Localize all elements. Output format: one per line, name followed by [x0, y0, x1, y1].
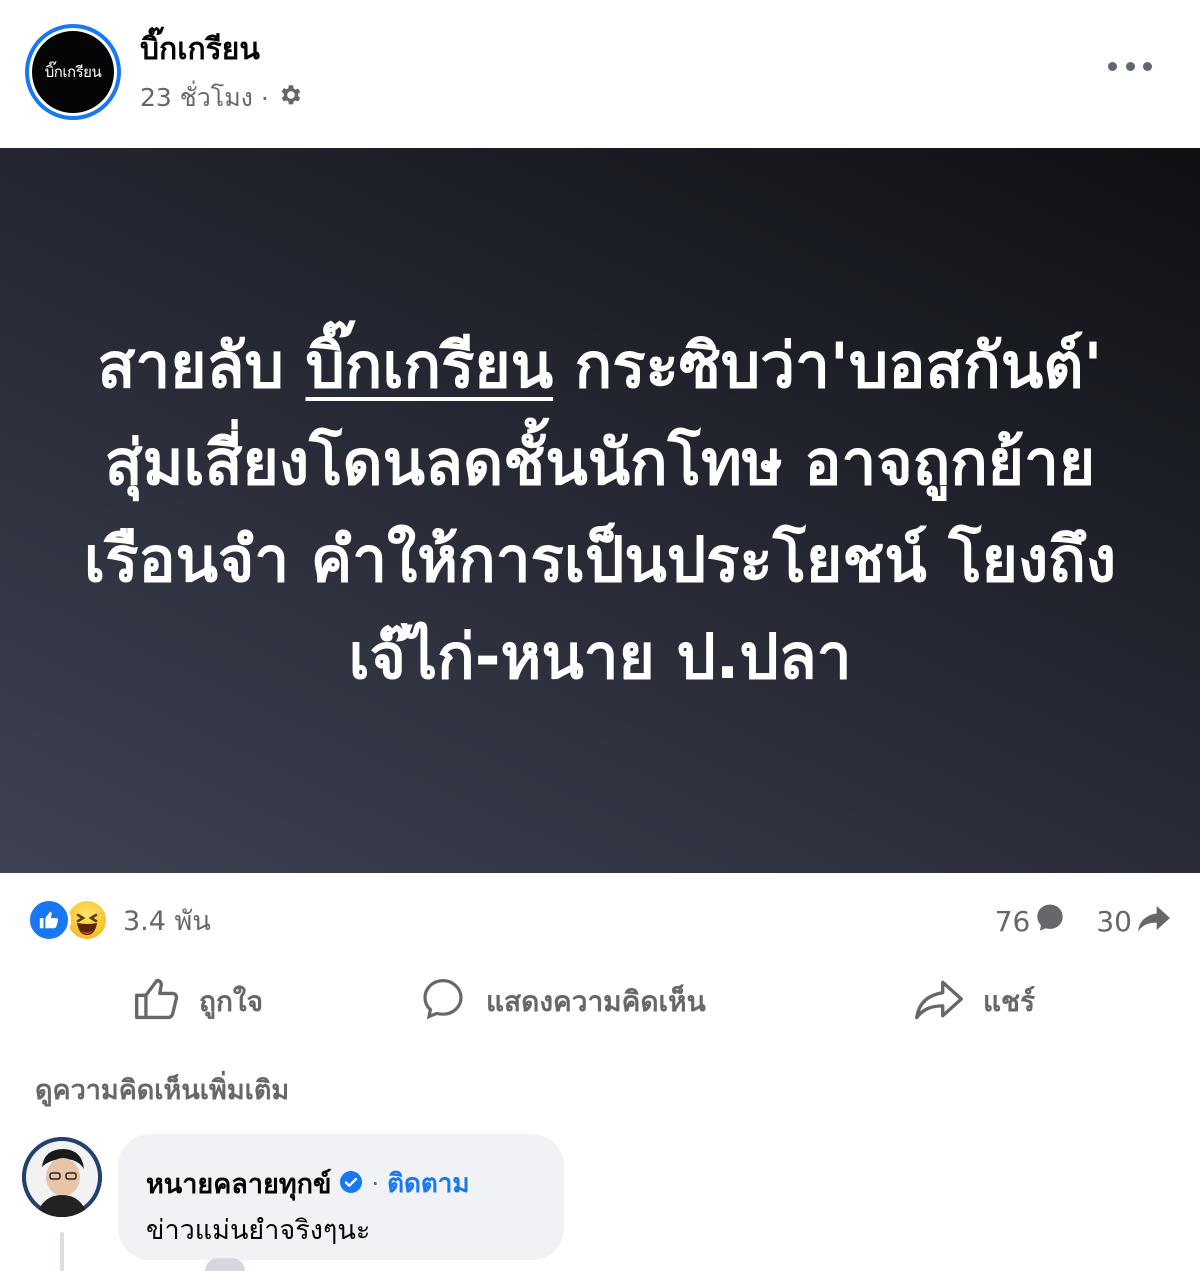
shares-count-value: 30 [1096, 905, 1132, 938]
ellipsis-dot [1108, 61, 1117, 71]
engagement-counts: 76 30 [995, 902, 1172, 941]
like-icon [27, 898, 71, 942]
headline-before: สายลับ [97, 328, 306, 402]
comment-bubble-icon [1034, 902, 1066, 941]
haha-icon [65, 898, 109, 942]
comment-author-row: หนายคลายทุกข์ · ติดตาม [146, 1162, 469, 1205]
shares-count[interactable]: 30 [1096, 902, 1172, 941]
action-bar: ถูกใจ แสดงความคิดเห็น แชร์ [0, 966, 1200, 1038]
author-separator: · [371, 1169, 380, 1198]
reactions-summary[interactable]: 3.4 พัน [27, 898, 211, 942]
share-icon [913, 976, 965, 1029]
comment-bubble: หนายคลายทุกข์ · ติดตาม ข่าวแม่นยำจริงๆนะ [118, 1134, 564, 1260]
post-header: บิ๊กเกรียน บิ๊กเกรียน 23 ชั่วโมง · [0, 0, 1200, 148]
follow-button[interactable]: ติดตาม [387, 1163, 469, 1204]
page-avatar[interactable]: บิ๊กเกรียน [25, 24, 121, 120]
reaction-count: 3.4 พัน [123, 905, 211, 937]
view-more-comments-link[interactable]: ดูความคิดเห็นเพิ่มเติม [35, 1068, 289, 1111]
comment-label: แสดงความคิดเห็น [486, 985, 706, 1018]
share-label: แชร์ [983, 985, 1036, 1018]
headline-underlined: บิ๊กเกรียน [305, 328, 554, 402]
ellipsis-dot [1125, 61, 1135, 71]
comment-icon [418, 975, 468, 1030]
comments-count[interactable]: 76 [995, 902, 1067, 941]
comment-text: ข่าวแม่นยำจริงๆนะ [146, 1215, 371, 1246]
reply-thread-line [60, 1232, 64, 1271]
post-stats: 3.4 พัน 76 30 [0, 890, 1200, 950]
share-button[interactable]: แชร์ [913, 966, 1035, 1038]
share-arrow-icon [1136, 902, 1172, 941]
comments-count-value: 76 [994, 905, 1031, 938]
post-time[interactable]: 23 ชั่วโมง [140, 78, 253, 118]
avatar-logo-text: บิ๊กเกรียน [44, 63, 102, 81]
thumb-up-icon [133, 976, 181, 1029]
verified-badge-icon [339, 1170, 363, 1198]
gear-icon [277, 82, 303, 114]
page-avatar-inner: บิ๊กเกรียน [29, 28, 117, 116]
comment-author[interactable]: หนายคลายทุกข์ [146, 1162, 331, 1205]
commenter-avatar[interactable] [22, 1137, 102, 1217]
post-image[interactable]: สายลับ บิ๊กเกรียน กระซิบว่า'บอสกันต์' สุ… [0, 148, 1200, 873]
page-name[interactable]: บิ๊กเกรียน [140, 26, 260, 73]
headline-text: สายลับ บิ๊กเกรียน กระซิบว่า'บอสกันต์' สุ… [70, 317, 1130, 705]
like-button[interactable]: ถูกใจ [133, 966, 263, 1038]
reply-avatar[interactable] [205, 1258, 245, 1271]
more-options-button[interactable] [1108, 52, 1152, 80]
comment-button[interactable]: แสดงความคิดเห็น [418, 966, 706, 1038]
post-meta: 23 ชั่วโมง · [140, 78, 303, 118]
meta-separator: · [260, 83, 269, 113]
ellipsis-dot [1143, 61, 1152, 71]
like-label: ถูกใจ [199, 985, 263, 1018]
